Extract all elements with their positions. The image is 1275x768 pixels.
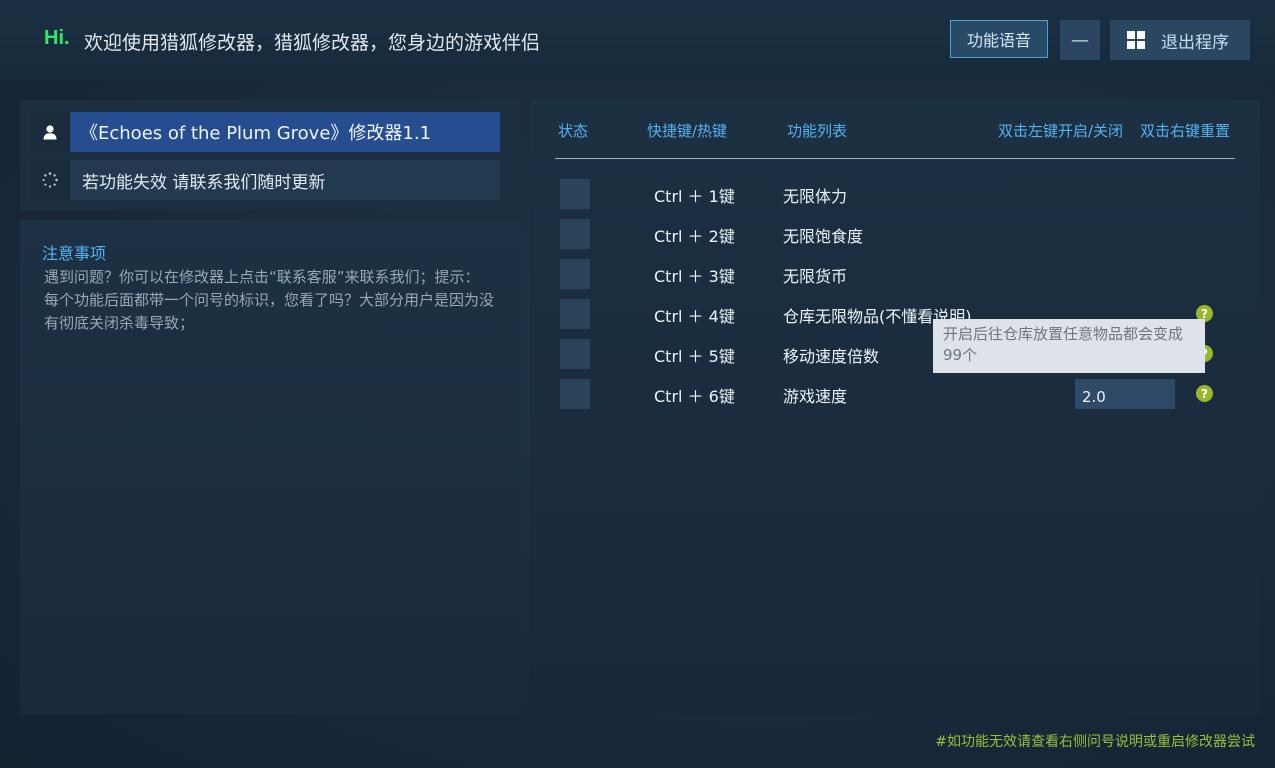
table-row: Ctrl ＋ 2键 无限饱食度 bbox=[530, 219, 1260, 249]
header-features: 功能列表 bbox=[787, 122, 848, 140]
header-left-click: 双击左键开启/关闭 bbox=[998, 122, 1124, 140]
status-toggle[interactable] bbox=[560, 259, 590, 289]
notes-text: 遇到问题？你可以在修改器上点击“联系客服”来联系我们；提示：每个功能后面都带一个… bbox=[44, 268, 495, 332]
exit-button[interactable]: 退出程序 bbox=[1110, 20, 1250, 60]
update-notice-row[interactable]: 若功能失效 请联系我们随时更新 bbox=[30, 160, 500, 200]
game-title: 《Echoes of the Plum Grove》修改器1.1 bbox=[70, 112, 500, 152]
status-toggle[interactable] bbox=[560, 179, 590, 209]
update-notice: 若功能失效 请联系我们随时更新 bbox=[70, 160, 500, 200]
user-icon bbox=[30, 112, 70, 152]
game-speed-input[interactable] bbox=[1075, 379, 1175, 409]
notes-title: 注意事项 bbox=[42, 244, 107, 263]
notes-panel: 注意事项 遇到问题？你可以在修改器上点击“联系客服”来联系我们；提示：每个功能后… bbox=[20, 220, 520, 715]
hotkey: Ctrl ＋ 4键 bbox=[654, 307, 735, 326]
features-panel: 状态 快捷键/热键 功能列表 双击左键开启/关闭 双击右键重置 Ctrl ＋ 1… bbox=[530, 100, 1260, 715]
help-tooltip: 开启后往仓库放置任意物品都会变成99个 bbox=[933, 319, 1205, 373]
header-divider bbox=[555, 158, 1235, 159]
hotkey: Ctrl ＋ 6键 bbox=[654, 387, 735, 406]
hotkey: Ctrl ＋ 2键 bbox=[654, 227, 735, 246]
title-bar: Hi. 欢迎使用猎狐修改器，猎狐修改器，您身边的游戏伴侣 功能语音 — 退出程序 bbox=[0, 0, 1275, 80]
minimize-button[interactable]: — bbox=[1060, 20, 1100, 60]
windows-icon bbox=[1127, 31, 1145, 49]
status-toggle[interactable] bbox=[560, 339, 590, 369]
hotkey: Ctrl ＋ 3键 bbox=[654, 267, 735, 286]
status-toggle[interactable] bbox=[560, 299, 590, 329]
table-row: Ctrl ＋ 3键 无限货币 bbox=[530, 259, 1260, 289]
header-status: 状态 bbox=[558, 122, 589, 140]
status-toggle[interactable] bbox=[560, 379, 590, 409]
status-toggle[interactable] bbox=[560, 219, 590, 249]
hi-greeting: Hi. bbox=[44, 27, 70, 49]
game-info-panel: 《Echoes of the Plum Grove》修改器1.1 若功能失效 请… bbox=[20, 100, 520, 210]
hotkey: Ctrl ＋ 5键 bbox=[654, 347, 735, 366]
help-icon[interactable]: ? bbox=[1196, 385, 1213, 402]
game-title-row[interactable]: 《Echoes of the Plum Grove》修改器1.1 bbox=[30, 112, 500, 152]
header-right-click: 双击右键重置 bbox=[1140, 122, 1231, 140]
footer-hint: #如功能无效请查看右侧问号说明或重启修改器尝试 bbox=[935, 734, 1255, 750]
table-row: Ctrl ＋ 1键 无限体力 bbox=[530, 179, 1260, 209]
hotkey: Ctrl ＋ 1键 bbox=[654, 187, 735, 206]
feature-name[interactable]: 无限货币 bbox=[783, 263, 847, 287]
feature-name[interactable]: 无限饱食度 bbox=[783, 223, 863, 247]
table-row: Ctrl ＋ 6键 游戏速度 ? bbox=[530, 379, 1260, 409]
welcome-text: 欢迎使用猎狐修改器，猎狐修改器，您身边的游戏伴侣 bbox=[84, 32, 541, 54]
feature-name[interactable]: 游戏速度 bbox=[783, 383, 847, 407]
voice-button[interactable]: 功能语音 bbox=[950, 20, 1048, 58]
header-hotkey: 快捷键/热键 bbox=[647, 122, 728, 140]
feature-name[interactable]: 移动速度倍数 bbox=[783, 343, 879, 367]
feature-name[interactable]: 无限体力 bbox=[783, 183, 847, 207]
exit-button-label: 退出程序 bbox=[1161, 32, 1229, 53]
loading-icon bbox=[30, 160, 70, 200]
